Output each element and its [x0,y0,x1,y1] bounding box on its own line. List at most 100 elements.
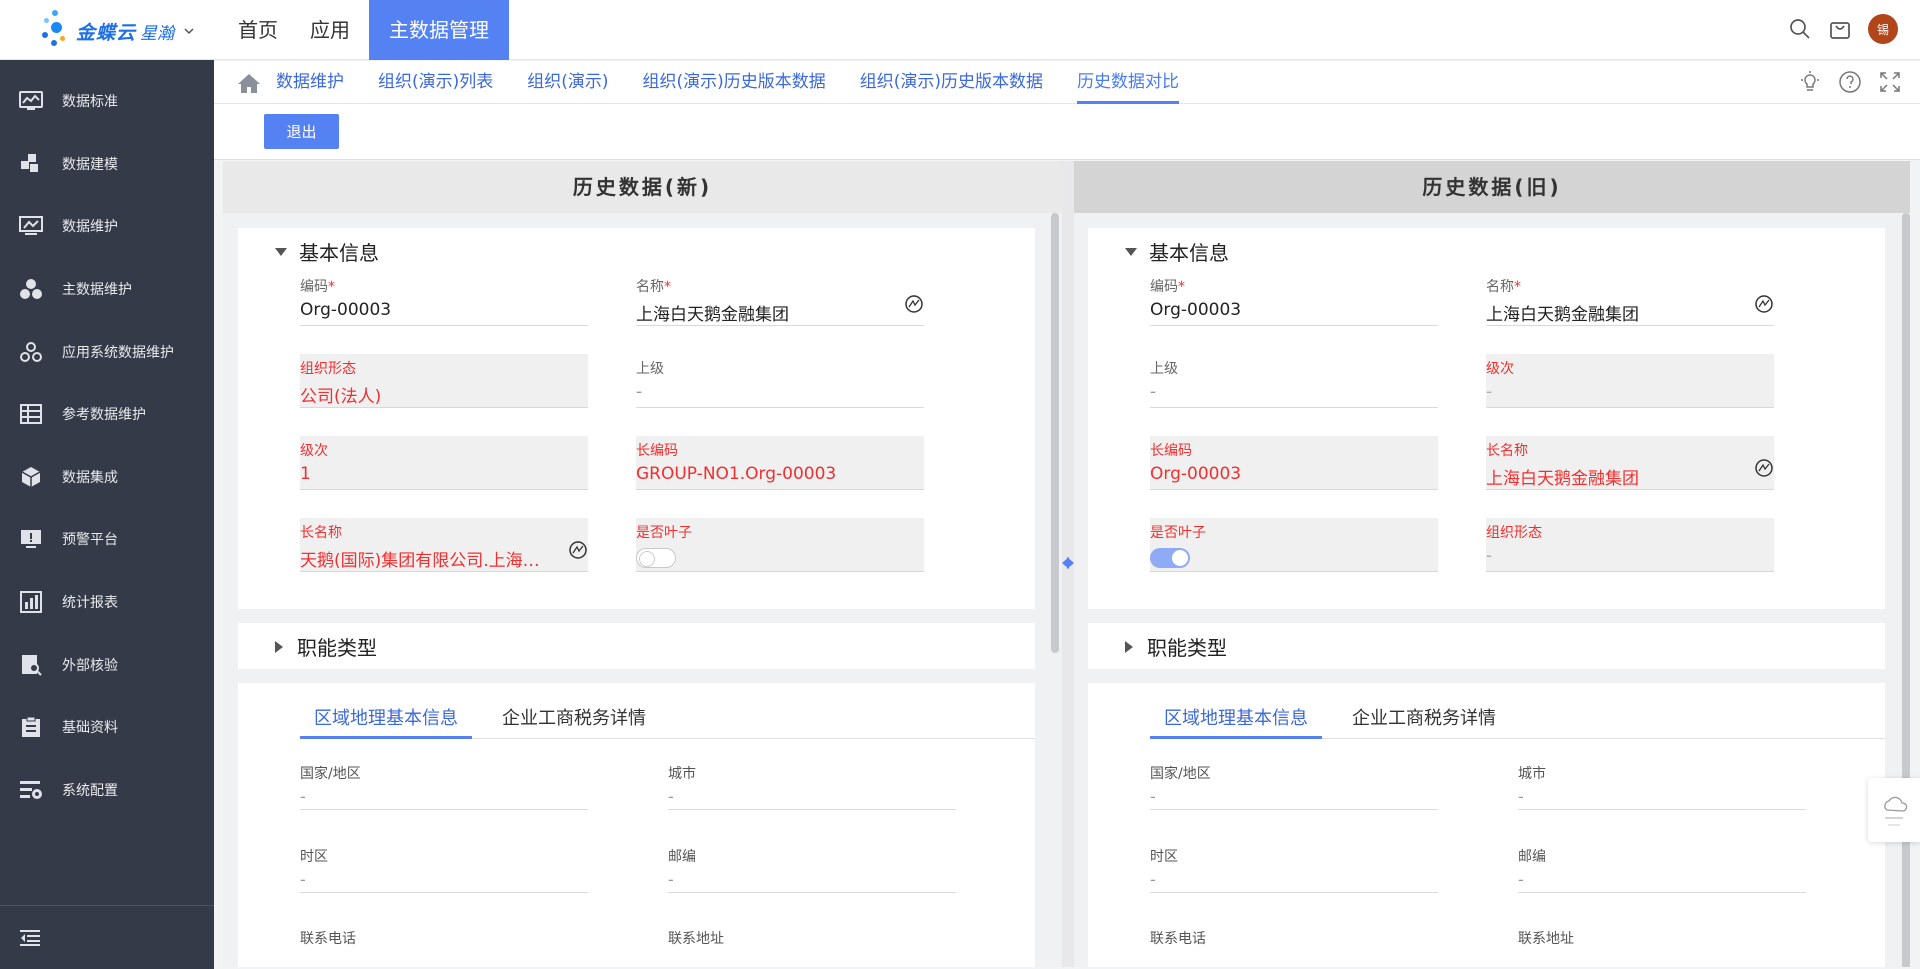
field-value[interactable]: 上海白天鹅金融集团 [1486,300,1736,325]
scrollbar[interactable] [1051,213,1059,653]
top-nav: 首页 应用 主数据管理 [225,0,515,60]
section-toggle-basic-info[interactable]: 基本信息 [1125,237,1229,266]
lightbulb-icon[interactable] [1798,70,1822,94]
sidebar-item-data-modeling[interactable]: 数据建模 [0,133,214,196]
field-value[interactable]: 天鹅(国际)集团有限公司.上海白天鹅金融集团 [300,546,545,571]
language-globe-icon[interactable] [904,294,924,314]
field-long-code: 长编码 GROUP-NO1.Org-00003 [636,436,924,490]
field-value[interactable]: - [1150,787,1438,806]
field-value[interactable]: 上海白天鹅金融集团 [636,300,886,325]
field-timezone: 时区 - [1150,846,1438,893]
is-leaf-toggle[interactable] [1150,548,1190,568]
field-value[interactable]: Org-00003 [1150,300,1400,320]
settings-list-icon [19,778,43,802]
function-type-card: 职能类型 [1088,623,1885,669]
tab-business-tax[interactable]: 企业工商税务详情 [488,703,660,739]
tab-org-demo-list[interactable]: 组织(演示)列表 [378,61,493,104]
language-globe-icon[interactable] [568,540,588,560]
field-value[interactable]: - [300,870,588,889]
section-toggle-function-type[interactable]: 职能类型 [275,632,377,661]
scrollbar[interactable] [1902,213,1910,967]
tab-data-maintenance[interactable]: 数据维护 [276,61,344,104]
sidebar-item-reference-data[interactable]: 参考数据维护 [0,383,214,446]
field-value[interactable]: 公司(法人) [300,382,550,407]
tab-region-geo[interactable]: 区域地理基本信息 [1150,703,1322,739]
caret-right-icon [275,640,283,653]
field-value[interactable]: GROUP-NO1.Org-00003 [636,464,886,484]
sidebar-item-basic-data[interactable]: 基础资料 [0,696,214,759]
field-country: 国家/地区 - [300,763,588,810]
field-label: 联系电话 [300,931,356,947]
field-code: 编码* Org-00003 [300,272,588,326]
field-value[interactable]: 上海白天鹅金融集团 [1486,464,1736,489]
panel-history-old: 历史数据(旧) 基本信息 编码* Org-00003 名称* 上海白天鹅金融集团… [1074,161,1910,967]
field-value[interactable]: - [1486,546,1736,566]
sidebar-item-statistics[interactable]: 统计报表 [0,571,214,634]
kingdee-logo-icon [40,10,74,52]
sidebar-item-app-system-data[interactable]: 应用系统数据维护 [0,320,214,383]
app-switcher[interactable]: 金蝶云 星瀚 [40,9,196,53]
sidebar-item-system-config[interactable]: 系统配置 [0,759,214,822]
field-value[interactable]: - [300,787,588,806]
field-value[interactable]: - [668,787,956,806]
search-icon[interactable] [1788,17,1812,41]
cloud-icon [1884,796,1908,826]
section-title: 基本信息 [299,241,379,265]
avatar[interactable]: 锡 [1868,14,1898,44]
is-leaf-toggle[interactable] [636,548,676,568]
field-value[interactable]: - [1518,787,1806,806]
fullscreen-icon[interactable] [1878,70,1902,94]
field-country: 国家/地区 - [1150,763,1438,810]
report-icon [19,590,43,614]
field-value[interactable]: - [1150,382,1400,402]
section-toggle-function-type[interactable]: 职能类型 [1125,632,1227,661]
tab-org-demo[interactable]: 组织(演示) [527,61,608,104]
cloud-widget[interactable] [1868,778,1920,842]
home-icon[interactable] [237,72,261,94]
field-value[interactable]: - [668,870,956,889]
field-value[interactable]: - [1518,870,1806,889]
field-value[interactable]: 1 [300,464,550,484]
field-org-form: 组织形态 公司(法人) [300,354,588,408]
field-value[interactable]: - [1150,870,1438,889]
field-code: 编码* Org-00003 [1150,272,1438,326]
language-globe-icon[interactable] [1754,458,1774,478]
arrow-right-icon[interactable] [1067,557,1074,569]
language-globe-icon[interactable] [1754,294,1774,314]
sidebar-item-data-maintenance[interactable]: 数据维护 [0,195,214,258]
sidebar-item-data-integration[interactable]: 数据集成 [0,446,214,509]
help-icon[interactable] [1838,70,1862,94]
field-address: 联系地址 [668,928,956,967]
sidebar-item-external-verify[interactable]: 外部核验 [0,633,214,696]
tab-history-compare[interactable]: 历史数据对比 [1077,61,1180,104]
field-value[interactable]: - [1486,382,1736,402]
exit-button[interactable]: 退出 [264,114,339,149]
field-label: 名称 [636,279,664,295]
field-postcode: 邮编 - [668,846,956,893]
nav-apps[interactable]: 应用 [297,0,363,60]
panel-splitter[interactable] [1062,161,1074,967]
tabs-actions [1798,70,1902,94]
nav-home[interactable]: 首页 [225,0,291,60]
brand-name: 金蝶云 [76,21,137,44]
sidebar-item-data-standard[interactable]: 数据标准 [0,70,214,133]
field-value[interactable]: - [636,382,886,402]
shopping-bag-icon[interactable] [1828,17,1852,41]
sidebar-item-alert-platform[interactable]: 预警平台 [0,508,214,571]
sidebar-item-label: 数据维护 [62,219,118,236]
box-icon [19,465,43,489]
tab-org-demo-history-1[interactable]: 组织(演示)历史版本数据 [643,61,826,104]
required-mark: * [664,279,671,295]
sidebar-item-master-data-maintenance[interactable]: 主数据维护 [0,258,214,321]
tab-org-demo-history-2[interactable]: 组织(演示)历史版本数据 [860,61,1043,104]
tab-business-tax[interactable]: 企业工商税务详情 [1338,703,1510,739]
nav-master-data[interactable]: 主数据管理 [369,0,509,60]
field-label: 联系地址 [1518,931,1574,947]
field-label: 名称 [1486,279,1514,295]
field-label: 长名称 [1486,443,1528,459]
tab-region-geo[interactable]: 区域地理基本信息 [300,703,472,739]
field-value[interactable]: Org-00003 [300,300,550,320]
section-toggle-basic-info[interactable]: 基本信息 [275,237,379,266]
collapse-sidebar-button[interactable] [0,905,214,969]
field-value[interactable]: Org-00003 [1150,464,1400,484]
